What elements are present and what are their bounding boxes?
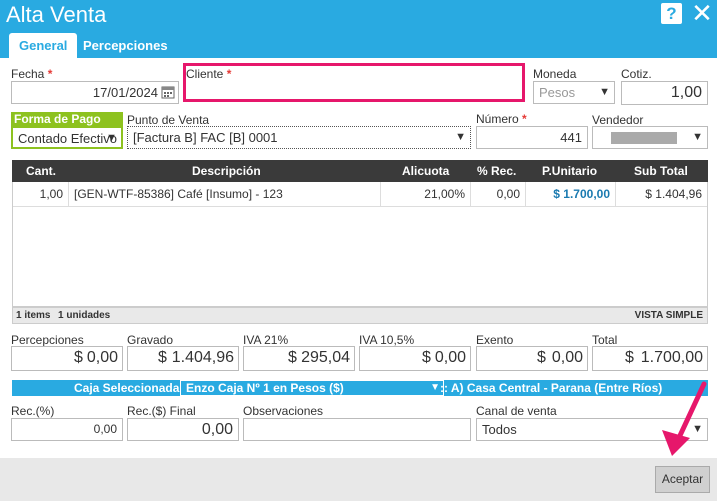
- col-rec[interactable]: % Rec.: [477, 160, 516, 182]
- forma-pago-select[interactable]: Contado Efectivo ▼: [11, 126, 123, 149]
- fecha-field[interactable]: 17/01/2024: [11, 81, 179, 104]
- units-count: 1 unidades: [58, 310, 111, 321]
- close-icon[interactable]: ✕: [690, 0, 714, 26]
- punto-venta-label: Punto de Venta: [127, 113, 210, 127]
- exento-label: Exento: [476, 333, 514, 347]
- help-icon[interactable]: ?: [661, 3, 682, 24]
- numero-label: Número *: [476, 112, 527, 126]
- cotiz-field[interactable]: 1,00: [621, 81, 708, 105]
- sucursal-label: :: A) Casa Central - Parana (Entre Ríos): [440, 381, 663, 395]
- col-punitario[interactable]: P.Unitario: [542, 160, 597, 182]
- rec-final-field[interactable]: 0,00: [127, 418, 239, 441]
- cell-alicuota: 21,00%: [381, 182, 471, 207]
- gravado-label: Gravado: [127, 333, 174, 347]
- window-title: Alta Venta: [6, 2, 107, 27]
- iva21-field: $295,04: [243, 346, 355, 371]
- vista-simple-link[interactable]: VISTA SIMPLE: [635, 308, 703, 323]
- moneda-label: Moneda: [533, 67, 577, 81]
- cell-punitario: $ 1.700,00: [526, 182, 616, 207]
- numero-field[interactable]: 441: [476, 126, 588, 149]
- vendedor-label: Vendedor: [592, 113, 644, 127]
- observaciones-label: Observaciones: [243, 404, 324, 418]
- percepciones-field: $0,00: [11, 346, 123, 371]
- tab-percepciones[interactable]: Percepciones: [73, 33, 178, 58]
- percepciones-label: Percepciones: [11, 333, 84, 347]
- cell-rec: 0,00: [471, 182, 526, 207]
- vendedor-select[interactable]: ▼: [592, 126, 708, 149]
- rec-pct-label: Rec.(%): [11, 404, 55, 418]
- iva105-label: IVA 10,5%: [359, 333, 415, 347]
- chevron-down-icon: ▼: [455, 131, 466, 143]
- items-table-header: Cant. Descripción Alicuota % Rec. P.Unit…: [12, 160, 708, 182]
- fecha-label: Fecha *: [11, 67, 53, 81]
- canal-label: Canal de venta: [476, 404, 557, 418]
- cliente-highlight: [183, 63, 525, 102]
- forma-pago-label: Forma de Pago: [11, 112, 123, 126]
- iva21-label: IVA 21%: [243, 333, 289, 347]
- tab-general[interactable]: General: [9, 33, 78, 58]
- cell-cant: 1,00: [13, 182, 69, 207]
- pointer-arrow-icon: [662, 381, 707, 456]
- cell-descripcion: [GEN-WTF-85386] Café [Insumo] - 123: [69, 182, 381, 207]
- rec-pct-field[interactable]: 0,00: [11, 418, 123, 441]
- moneda-select[interactable]: Pesos ▼: [533, 81, 615, 104]
- aceptar-button[interactable]: Aceptar: [655, 466, 710, 493]
- total-label: Total: [592, 333, 618, 347]
- col-cant[interactable]: Cant.: [26, 160, 56, 182]
- chevron-down-icon: ▼: [599, 86, 610, 98]
- chevron-down-icon: ▼: [692, 131, 703, 143]
- punto-venta-select[interactable]: [Factura B] FAC [B] 0001 ▼: [127, 126, 471, 149]
- cell-subtotal: $ 1.404,96: [645, 187, 702, 201]
- chevron-down-icon: ▼: [106, 132, 117, 144]
- chevron-down-icon: ▼: [430, 382, 440, 393]
- calendar-icon[interactable]: [161, 85, 175, 99]
- items-count: 1 items: [16, 310, 51, 321]
- col-subtotal[interactable]: Sub Total: [634, 160, 688, 182]
- caja-label: Caja Seleccionada:: [74, 381, 184, 395]
- caja-bar: Caja Seleccionada: Enzo Caja Nº 1 en Pes…: [12, 380, 708, 396]
- observaciones-field[interactable]: [243, 418, 471, 441]
- cotiz-label: Cotiz.: [621, 67, 652, 81]
- items-table: 1,00 [GEN-WTF-85386] Café [Insumo] - 123…: [12, 182, 708, 307]
- caja-select[interactable]: Enzo Caja Nº 1 en Pesos ($) ▼: [180, 380, 444, 396]
- table-row[interactable]: 1,00 [GEN-WTF-85386] Café [Insumo] - 123…: [13, 182, 707, 207]
- rec-final-label: Rec.($) Final: [127, 404, 196, 418]
- col-alicuota[interactable]: Alicuota: [402, 160, 449, 182]
- col-descripcion[interactable]: Descripción: [192, 160, 261, 182]
- footer-bar: [0, 458, 717, 501]
- vendedor-redacted: [611, 132, 677, 144]
- total-field: $1.700,00: [592, 346, 708, 371]
- table-footer: 1 items 1 unidades VISTA SIMPLE: [12, 307, 708, 324]
- gravado-field: $1.404,96: [127, 346, 239, 371]
- iva105-field: $0,00: [359, 346, 471, 371]
- title-bar: Alta Venta ? ✕ General Percepciones: [0, 0, 717, 58]
- exento-field: $0,00: [476, 346, 588, 371]
